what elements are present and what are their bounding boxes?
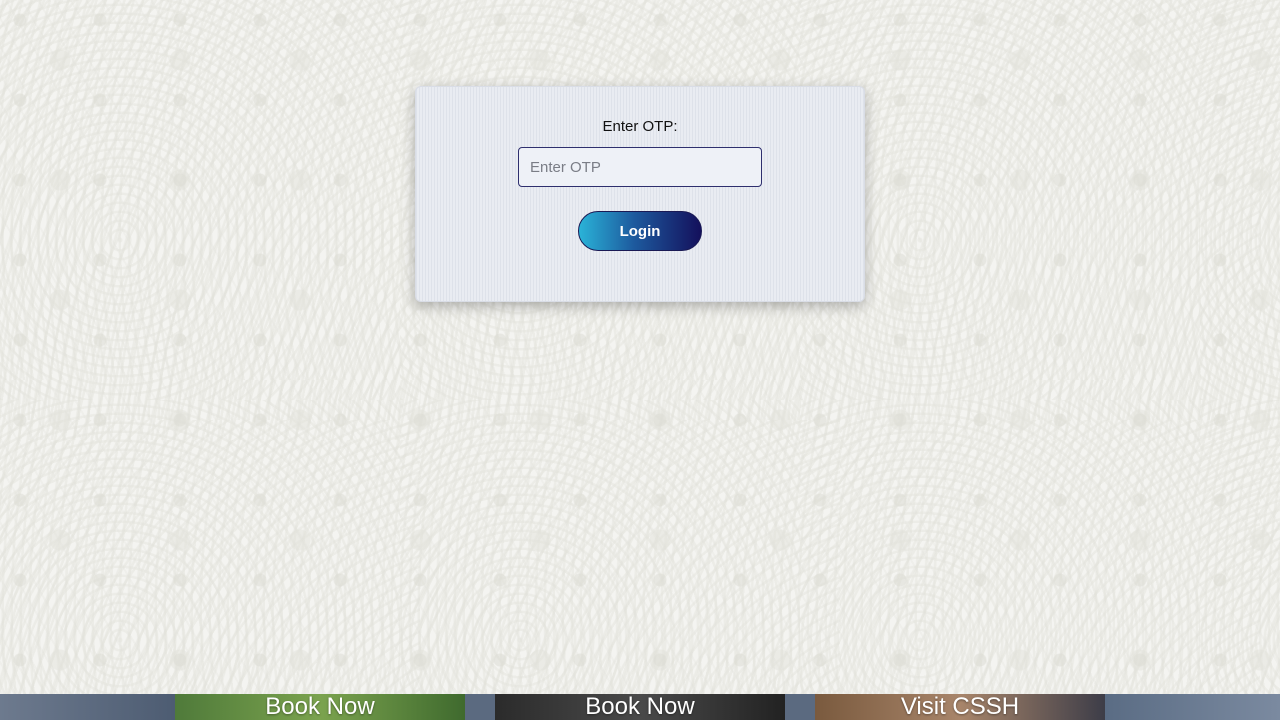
promo-label: Book Now [265,694,375,720]
promo-book-now-1[interactable]: Book Now [175,694,465,720]
promo-visit-cssh[interactable]: Visit CSSH [815,694,1105,720]
login-button[interactable]: Login [578,211,702,251]
promo-bar-edge-right [1105,694,1280,720]
otp-input[interactable] [518,147,762,187]
promo-bar-edge-left [0,694,175,720]
otp-login-card: Enter OTP: Login [415,86,865,302]
promo-label: Visit CSSH [900,694,1020,720]
promo-book-now-2[interactable]: Book Now [495,694,785,720]
promo-bar: Book Now Book Now Visit CSSH [0,694,1280,720]
otp-label: Enter OTP: [602,118,678,135]
promo-label: Book Now [585,694,695,720]
